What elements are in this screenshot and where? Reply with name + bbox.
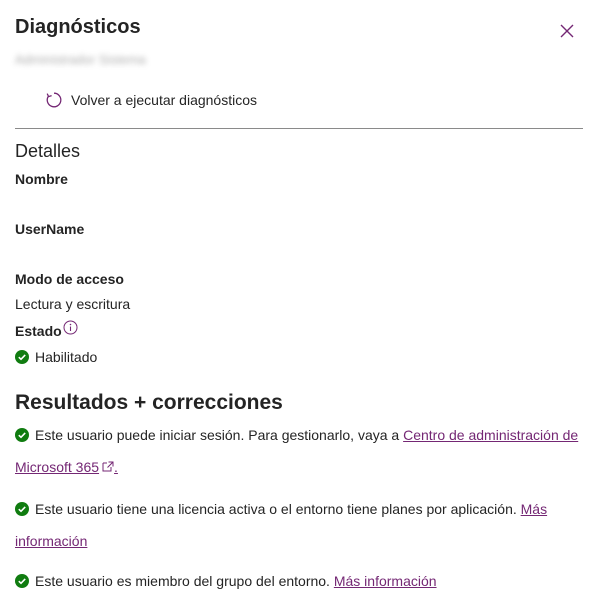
checkmark-circle-icon (15, 350, 29, 364)
close-button[interactable] (556, 20, 578, 42)
close-icon (560, 24, 574, 38)
state-status: Habilitado (15, 349, 97, 365)
result-text: Este usuario puede iniciar sesión. Para … (35, 427, 404, 443)
more-info-link[interactable]: Más información (334, 573, 437, 589)
result-text: Este usuario es miembro del grupo del en… (35, 573, 334, 589)
details-heading: Detalles (15, 141, 81, 161)
access-mode-label: Modo de acceso (15, 271, 124, 287)
info-icon[interactable] (63, 320, 78, 335)
divider (15, 128, 583, 129)
panel-title: Diagnósticos (15, 16, 141, 38)
result-item: Este usuario es miembro del grupo del en… (15, 566, 580, 598)
rerun-label: Volver a ejecutar diagnósticos (71, 92, 257, 108)
state-label: Estado (15, 323, 62, 339)
checkmark-circle-icon (15, 496, 29, 526)
rerun-diagnostics-button[interactable]: Volver a ejecutar diagnósticos (45, 91, 257, 109)
checkmark-circle-icon (15, 568, 29, 598)
result-text: Este usuario tiene una licencia activa o… (35, 501, 521, 517)
result-item: Este usuario puede iniciar sesión. Para … (15, 420, 580, 482)
state-value: Habilitado (35, 349, 98, 365)
username-label: UserName (15, 221, 85, 237)
redacted-subtitle: Administrador Sistema (15, 52, 146, 67)
results-heading: Resultados + correcciones (15, 391, 283, 414)
name-label: Nombre (15, 171, 68, 187)
access-mode-value: Lectura y escritura (15, 296, 131, 312)
checkmark-circle-icon (15, 422, 29, 452)
result-item: Este usuario tiene una licencia activa o… (15, 494, 580, 556)
diagnostics-panel: Diagnósticos Administrador Sistema Volve… (0, 0, 599, 610)
refresh-icon (46, 92, 62, 108)
open-external-icon (102, 452, 114, 482)
